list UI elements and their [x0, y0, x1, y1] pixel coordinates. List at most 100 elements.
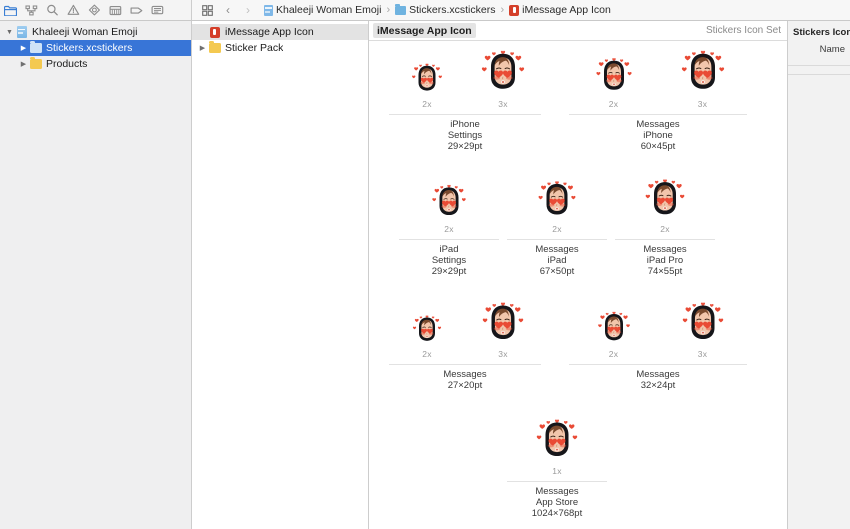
icon-image-well[interactable] [679, 41, 727, 95]
breakpoint-tag-icon[interactable] [126, 0, 147, 21]
icon-image-well[interactable] [643, 166, 687, 220]
icon-slot[interactable]: 3x [658, 291, 747, 359]
icon-slot[interactable]: 2x [399, 166, 499, 234]
icon-image-well[interactable] [594, 41, 634, 95]
icon-image-well[interactable] [596, 291, 632, 345]
page-title: iMessage App Icon [373, 23, 476, 38]
emoji-artwork [597, 311, 630, 341]
caption-line: 74×55pt [647, 265, 683, 277]
source-control-icon[interactable] [21, 0, 42, 21]
icon-group-caption: iPad Settings 29×29pt [432, 240, 467, 277]
icon-slot[interactable]: 3x [658, 41, 747, 109]
icon-image-well[interactable] [410, 41, 444, 95]
xcode-window: ‹ › Khaleeji Woman Emoji › Stickers.xcst… [0, 0, 850, 529]
grid-view-icon[interactable] [196, 0, 218, 21]
diamond-test-icon[interactable] [84, 0, 105, 21]
icon-image-well[interactable] [430, 166, 468, 220]
asset-catalog-list: ▶ iMessage App Icon ▶ Sticker Pack [192, 21, 369, 529]
navigator-row-label: Khaleeji Woman Emoji [32, 26, 138, 38]
breadcrumb-item-project[interactable]: Khaleeji Woman Emoji [262, 4, 383, 16]
icon-slot[interactable]: 2x [615, 166, 715, 234]
icon-scale-label: 3x [498, 99, 508, 109]
caption-line: 1024×768pt [531, 507, 583, 519]
icon-slot[interactable]: 2x [389, 291, 465, 359]
emoji-artwork [536, 419, 578, 457]
icon-slot[interactable]: 3x [465, 291, 541, 359]
disclosure-spacer-icon: ▶ [197, 28, 208, 36]
icon-group-caption: Messages iPad 67×50pt [535, 240, 578, 277]
disclosure-triangle-open-icon[interactable]: ▼ [4, 29, 15, 36]
icon-group-caption: Messages 27×20pt [443, 365, 486, 392]
icon-group-messages-iphone[interactable]: 2x 3x Messages iPhone 60×45pt [569, 47, 747, 152]
navigator-folder-icon[interactable] [0, 0, 21, 21]
icon-image-well[interactable] [536, 166, 578, 220]
inspector-divider [788, 74, 850, 75]
icon-image-well[interactable] [680, 291, 726, 345]
caption-line: iPad [547, 254, 567, 266]
caption-line: iPhone [643, 129, 673, 141]
emoji-artwork [681, 50, 724, 89]
icon-image-well[interactable] [480, 291, 526, 345]
caption-line: Settings [447, 129, 483, 141]
navigator-row-products[interactable]: ▶ Products [0, 56, 191, 72]
search-icon[interactable] [42, 0, 63, 21]
icon-slot-row: 2x 3x [389, 47, 541, 109]
icon-slot[interactable]: 2x [389, 41, 465, 109]
icon-image-well[interactable] [479, 41, 527, 95]
icon-group-messages-ipad-pro[interactable]: 2x Messages iPad Pro 74×55pt [615, 172, 715, 277]
caption-line: 27×20pt [447, 379, 483, 391]
main-body: ▼ Khaleeji Woman Emoji ▶ Stickers.xcstic… [0, 21, 850, 529]
emoji-artwork [482, 302, 524, 340]
icon-slot[interactable]: 1x [507, 408, 607, 476]
icon-scale-label: 1x [552, 466, 562, 476]
navigator-row-project[interactable]: ▼ Khaleeji Woman Emoji [0, 24, 191, 40]
icon-slot[interactable]: 2x [569, 41, 658, 109]
navigator-row-label: Stickers.xcstickers [46, 42, 133, 54]
forward-button[interactable]: › [238, 0, 258, 21]
inspector-divider [788, 65, 850, 66]
sticker-catalog-icon [29, 40, 42, 53]
project-icon [15, 26, 28, 38]
report-speech-bubble-icon[interactable] [147, 0, 168, 21]
back-button[interactable]: ‹ [218, 0, 238, 21]
caption-line: 32×24pt [640, 379, 676, 391]
icon-group-messages-27x20[interactable]: 2x 3x Messages 27×20pt [389, 297, 541, 392]
disclosure-triangle-closed-icon[interactable]: ▶ [18, 60, 29, 68]
disclosure-triangle-closed-icon[interactable]: ▶ [197, 44, 208, 52]
warning-triangle-icon[interactable] [63, 0, 84, 21]
breadcrumb-item-appicon[interactable]: iMessage App Icon [507, 4, 613, 16]
breadcrumb-separator: › [386, 4, 391, 16]
icon-slot-row: 1x [507, 414, 607, 476]
icon-group-ipad-settings[interactable]: 2x iPad Settings 29×29pt [399, 172, 499, 277]
disclosure-spacer-icon: ▶ [20, 45, 27, 52]
debug-gauge-icon[interactable] [105, 0, 126, 21]
icon-group-caption: Messages 32×24pt [636, 365, 679, 392]
icon-scale-label: 2x [608, 99, 619, 109]
breadcrumb: Khaleeji Woman Emoji › Stickers.xcsticke… [262, 3, 613, 16]
icon-group-messages-ipad[interactable]: 2x Messages iPad 67×50pt [507, 172, 607, 277]
breadcrumb-item-catalog[interactable]: Stickers.xcstickers [393, 3, 497, 16]
icon-slot[interactable]: 3x [465, 41, 541, 109]
icon-slot[interactable]: 2x [507, 166, 607, 234]
icon-set-canvas: 2x 3x iPhone Settings 29×29pt 2x 3x Mess… [369, 41, 787, 529]
icon-group-messages-app-store[interactable]: 1x Messages App Store 1024×768pt [507, 414, 607, 519]
asset-list-row-sticker-pack[interactable]: ▶ Sticker Pack [192, 40, 368, 56]
caption-line: 60×45pt [640, 140, 676, 152]
emoji-artwork [538, 181, 576, 215]
icon-scale-label: 3x [697, 349, 708, 359]
icon-scale-label: 2x [660, 224, 670, 234]
breadcrumb-separator: › [500, 4, 505, 16]
asset-list-row-imessage-app-icon[interactable]: ▶ iMessage App Icon [192, 24, 368, 40]
icon-group-messages-32x24[interactable]: 2x 3x Messages 32×24pt [569, 297, 747, 392]
icon-group-iphone-settings[interactable]: 2x 3x iPhone Settings 29×29pt [389, 47, 541, 152]
toolbar: ‹ › Khaleeji Woman Emoji › Stickers.xcst… [0, 0, 850, 21]
icon-slot[interactable]: 2x [569, 291, 658, 359]
navigator-row-stickers[interactable]: ▶ Stickers.xcstickers [0, 40, 191, 56]
folder-icon [29, 56, 42, 69]
editor-toolbar: ‹ › Khaleeji Woman Emoji › Stickers.xcst… [192, 0, 850, 20]
inspector-title: Stickers Icon [793, 27, 850, 38]
icon-image-well[interactable] [534, 408, 580, 462]
icon-group-caption: iPhone Settings 29×29pt [448, 115, 483, 152]
icon-slot-row: 2x 3x [569, 47, 747, 109]
icon-image-well[interactable] [411, 291, 443, 345]
